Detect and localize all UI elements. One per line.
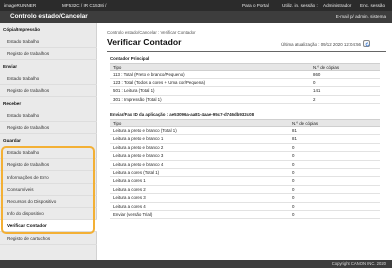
row-count: 0 — [292, 203, 295, 209]
row-count: 141 — [313, 88, 321, 94]
table-row: Leitura a preto e branco 1 81 — [110, 135, 380, 144]
page-title: Verificar Contador — [107, 37, 182, 47]
table-header: Tipo N.º de cópias — [110, 63, 380, 71]
sidebar-item[interactable]: Recursos do Dispositivo — [0, 196, 97, 208]
row-type: Leitura a cores 1 — [113, 178, 146, 184]
row-count: 0 — [292, 144, 295, 150]
row-type: 123 : Total (Todos a cores + Uma cor/Peq… — [113, 80, 206, 86]
sidebar-item[interactable]: Registo de trabalhos — [0, 159, 97, 171]
row-type: Leitura a cores 3 — [113, 195, 146, 201]
row-type: Leitura a preto e branco 4 — [113, 161, 164, 167]
sidebar-item[interactable]: Consumíveis — [0, 184, 97, 196]
top-bar: imageRUNNER MF532C / IR C1538i / Para o … — [0, 0, 392, 11]
model-name: MF532C / IR C1538i / — [62, 3, 107, 8]
sidebar-item[interactable]: Registo de trabalhos — [0, 48, 97, 60]
user-name: Administrador — [323, 3, 352, 8]
table-row: Leitura a preto e branco 3 0 — [110, 152, 380, 161]
row-count: 0 — [292, 178, 295, 184]
admin-email-link[interactable]: E-mail p/ admin. sistema — [336, 11, 386, 23]
table-row: Leitura a cores 2 0 — [110, 186, 380, 195]
app-counter-heading: Enviar/Fax ID da aplicação : ae53096a-aa… — [110, 112, 255, 117]
table-row: Leitura a cores (Total 1) 0 — [110, 169, 380, 178]
sidebar-item[interactable]: Registo de cartuchos — [0, 233, 97, 245]
refresh-icon — [365, 41, 369, 46]
row-count: 0 — [292, 169, 295, 175]
footer: Copyright CANON INC. 2020 — [0, 260, 392, 268]
table-row: 123 : Total (Todos a cores + Uma cor/Peq… — [110, 79, 380, 88]
row-type: Leitura a cores 2 — [113, 186, 146, 192]
row-count: 0 — [292, 186, 295, 192]
table-header: Tipo N.º de cópias — [110, 119, 380, 127]
row-type: 113 : Total (Preto e branco/Pequeno) — [113, 72, 185, 77]
sidebar-section-heading: Cópia/Impressão — [3, 27, 41, 32]
sidebar-item[interactable]: Info do dispositivo — [0, 208, 97, 220]
row-count: 0 — [292, 153, 295, 159]
sidebar-section-heading: Receber — [3, 101, 22, 106]
sidebar-item[interactable]: Estado trabalho — [0, 36, 97, 48]
main-counter-heading: Contador Principal — [110, 56, 150, 61]
row-count: 0 — [292, 211, 295, 217]
table-row: Leitura a preto e branco (Total 1) 81 — [110, 127, 380, 136]
row-type: 301 : Impressão (Total 1) — [113, 96, 162, 102]
table-row: 301 : Impressão (Total 1) 2 — [110, 96, 380, 104]
row-type: Leitura a preto e branco 3 — [113, 153, 164, 159]
row-count: 0 — [292, 195, 295, 201]
table-row: Leitura a cores 1 0 — [110, 177, 380, 186]
login-user-label: Utiliz. in. sessão : — [282, 3, 318, 8]
row-count: 81 — [292, 136, 297, 142]
row-count: 860 — [313, 72, 321, 77]
logout-link[interactable]: Enc. sessão — [360, 0, 385, 11]
row-count: 2 — [313, 96, 316, 102]
main-counter-rows: 113 : Total (Preto e branco/Pequeno) 860 1… — [110, 71, 380, 104]
table-row: Leitura a cores 3 0 — [110, 194, 380, 203]
sidebar-item[interactable]: Registo de trabalhos — [0, 85, 97, 97]
sidebar-item[interactable]: Estado trabalho — [0, 147, 97, 159]
page-header-title: Controlo estado/Cancelar — [10, 13, 88, 20]
copyright-text: Copyright CANON INC. 2020 — [331, 261, 386, 266]
row-type: Leitura a cores 4 — [113, 203, 146, 209]
row-type: 501 : Leitura (Total 1) — [113, 88, 155, 94]
row-count: 0 — [292, 161, 295, 167]
page-header: Controlo estado/Cancelar E-mail p/ admin… — [0, 11, 392, 23]
sidebar-item[interactable]: Informações de Erro — [0, 172, 97, 184]
refresh-button[interactable] — [363, 40, 370, 47]
table-row: Leitura a cores 4 0 — [110, 203, 380, 211]
row-type: Leitura a preto e branco 2 — [113, 144, 164, 150]
sidebar-item[interactable]: Estado trabalho — [0, 110, 97, 122]
table-row: Enviar (versão Trial) 0 — [110, 211, 380, 220]
app-counter-rows: Leitura a preto e branco (Total 1) 81 Leit… — [110, 127, 380, 220]
row-count: 0 — [313, 80, 316, 86]
table-row: Leitura a preto e branco 2 0 — [110, 144, 380, 153]
sidebar: Cópia/Impressão Estado trabalho Registo de… — [0, 23, 97, 260]
table-row: 113 : Total (Preto e branco/Pequeno) 860 — [110, 71, 380, 80]
product-name: imageRUNNER — [4, 3, 37, 8]
sidebar-item[interactable]: Verificar Contador — [0, 220, 97, 232]
title-divider — [107, 51, 386, 52]
row-count: 81 — [292, 128, 297, 133]
portal-link[interactable]: Para o Portal — [242, 0, 269, 11]
sidebar-item[interactable]: Estado trabalho — [0, 73, 97, 85]
row-type: Leitura a preto e branco (Total 1) — [113, 128, 177, 133]
row-type: Enviar (versão Trial) — [113, 211, 153, 217]
app-counter-table: Enviar/Fax ID da aplicação : ae53096a-aa… — [110, 111, 380, 220]
sidebar-item[interactable]: Registo de trabalhos — [0, 122, 97, 134]
row-type: Leitura a preto e branco 1 — [113, 136, 164, 142]
main-content: Controlo estado/Cancelar : Verificar Con… — [99, 23, 392, 260]
table-row: Leitura a preto e branco 4 0 — [110, 161, 380, 169]
table-row: 501 : Leitura (Total 1) 141 — [110, 87, 380, 96]
sidebar-section-heading: Guardar — [3, 138, 21, 143]
sidebar-section-heading: Enviar — [3, 64, 18, 69]
main-counter-table: Contador Principal Tipo N.º de cópias 11… — [110, 55, 380, 104]
breadcrumb: Controlo estado/Cancelar : Verificar Con… — [107, 30, 196, 35]
last-update-text: Última atualização : 09/12 2020 12:04:56 — [281, 42, 361, 47]
row-type: Leitura a cores (Total 1) — [113, 169, 160, 175]
